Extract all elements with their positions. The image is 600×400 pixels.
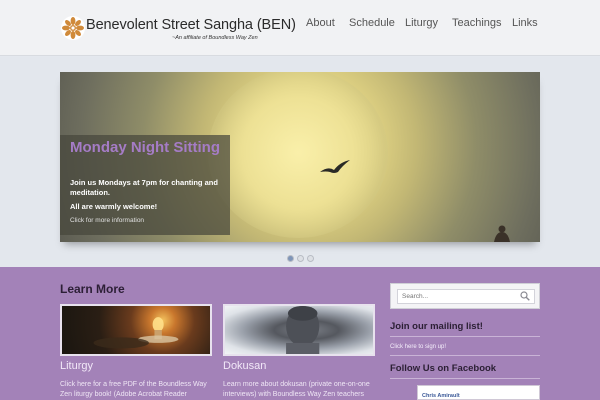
dokusan-desc: Learn more about dokusan (private one-on… [223, 381, 370, 398]
facebook-friend-name[interactable]: Chris Amirault [422, 393, 460, 399]
divider [390, 336, 540, 337]
candle-scene-icon [93, 317, 179, 349]
meditator-silhouette-icon [494, 225, 510, 242]
divider [390, 378, 540, 379]
nav-item-liturgy[interactable]: Liturgy [405, 17, 438, 29]
site-header: Benevolent Street Sangha (BEN) ~An affil… [0, 0, 600, 56]
main-nav: About Schedule Liturgy Teachings Links [0, 17, 600, 33]
facebook-heading: Follow Us on Facebook [390, 363, 497, 374]
mailing-list-heading: Join our mailing list! [390, 321, 483, 332]
liturgy-desc: Click here for a free PDF of the Boundle… [60, 381, 207, 398]
caption-more-info-link[interactable]: Click for more information [70, 217, 144, 224]
bird-silhouette-icon [320, 160, 350, 173]
buddha-statue-icon [286, 306, 320, 354]
search-input[interactable] [397, 289, 535, 304]
nav-item-teachings[interactable]: Teachings [452, 17, 502, 29]
learn-more-heading: Learn More [60, 282, 125, 296]
slide-dot-2[interactable] [297, 255, 304, 262]
mailing-signup-link[interactable]: Click here to sign up! [390, 344, 446, 350]
slider-caption: Monday Night Sitting Join us Mondays at … [60, 135, 230, 235]
nav-item-about[interactable]: About [306, 17, 335, 29]
caption-title[interactable]: Monday Night Sitting [70, 139, 225, 156]
liturgy-image[interactable] [60, 304, 212, 356]
dokusan-image[interactable] [223, 304, 375, 356]
site-tagline: ~An affiliate of Boundless Way Zen [172, 35, 258, 41]
search-icon[interactable] [520, 291, 530, 301]
moon-image [208, 72, 388, 238]
slider-pagination [287, 255, 317, 263]
nav-item-schedule[interactable]: Schedule [349, 17, 395, 29]
slide-dot-1[interactable] [287, 255, 294, 262]
nav-item-links[interactable]: Links [512, 17, 538, 29]
slide-dot-3[interactable] [307, 255, 314, 262]
liturgy-title[interactable]: Liturgy [60, 360, 93, 372]
dokusan-title[interactable]: Dokusan [223, 360, 266, 372]
search-box [390, 283, 540, 309]
caption-welcome: All are warmly welcome! [70, 202, 158, 211]
caption-text: Join us Mondays at 7pm for chanting and … [70, 178, 218, 197]
divider [390, 355, 540, 356]
